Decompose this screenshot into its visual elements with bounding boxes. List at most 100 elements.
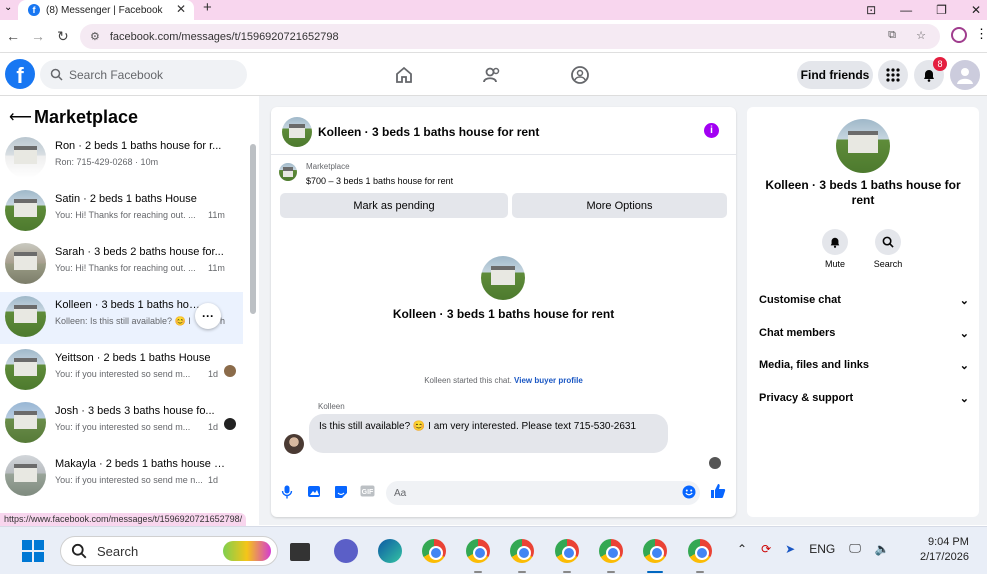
sender-avatar[interactable] [284,434,304,454]
taskbar-search[interactable]: Search [60,536,278,566]
conversation-name: Makayla · 2 beds 1 baths house f... [55,458,225,470]
conversation-item-active[interactable]: Kolleen · 3 beds 1 baths hous Kolleen: I… [0,292,243,344]
facebook-header: f Search Facebook Find friends [0,53,987,96]
emoji-icon[interactable] [682,485,696,499]
more-options-button[interactable]: More Options [512,193,727,218]
bookmark-star-icon[interactable]: ☆ [916,29,926,42]
url-field[interactable]: ⚙ facebook.com/messages/t/15969207216527… [80,24,940,49]
back-arrow-icon[interactable]: ⟵ [9,107,32,127]
new-tab-icon[interactable]: + [203,0,212,16]
task-view-icon[interactable] [290,543,310,561]
chrome-profile-icon[interactable] [555,539,579,563]
svg-text:GIF: GIF [362,489,374,496]
reload-icon[interactable]: ↻ [57,28,69,45]
row-label: Media, files and links [759,359,870,371]
search-icon [50,68,63,81]
conversation-item[interactable]: Satin · 2 beds 1 baths House You: Hi! Th… [0,186,243,238]
account-avatar[interactable] [950,60,980,90]
teams-meet-icon[interactable] [334,539,358,563]
search-conversation-button[interactable] [875,229,901,255]
mute-button[interactable] [822,229,848,255]
chat-members-row[interactable]: Chat members ⌄ [759,327,969,340]
groups-icon[interactable] [570,65,590,85]
info-icon[interactable]: i [704,123,719,138]
language-indicator[interactable]: ENG [809,542,835,556]
conversation-item[interactable]: Sarah · 3 beds 2 baths house for... You:… [0,239,243,291]
tab-search-icon[interactable]: ⊡ [866,3,876,17]
chat-profile-title: Kolleen · 3 beds 1 baths house for rent [392,307,615,321]
chrome-profile-icon[interactable] [599,539,623,563]
facebook-logo-icon[interactable]: f [5,59,35,89]
browser-menu-icon[interactable]: ⋮ [975,26,987,42]
volume-icon[interactable]: 🔈 [875,542,890,556]
like-icon[interactable] [710,483,726,499]
sync-icon[interactable]: ⟳ [761,542,771,556]
microphone-icon[interactable] [281,485,293,499]
bell-icon [924,70,934,82]
tab-list-icon[interactable]: ⌄ [4,2,12,13]
message-input-placeholder: Aa [394,487,407,499]
marketplace-conversations-panel: ⟵ Marketplace Ron · 2 beds 1 baths house… [0,96,259,525]
more-options-icon[interactable]: ··· [195,303,221,329]
chevron-down-icon: ⌄ [959,393,969,405]
message-input[interactable]: Aa [386,481,700,505]
home-icon[interactable] [394,65,414,85]
minimize-icon[interactable]: — [900,3,912,17]
conversation-item[interactable]: Makayla · 2 beds 1 baths house f... You:… [0,451,243,503]
browser-tab[interactable]: f (8) Messenger | Facebook ✕ [18,0,194,20]
chat-title[interactable]: Kolleen · 3 beds 1 baths house for rent [318,125,539,139]
listing-thumbnail[interactable] [279,163,297,181]
customise-chat-row[interactable]: Customise chat ⌄ [759,294,969,307]
location-icon[interactable]: ➤ [785,542,795,556]
active-indicator [647,571,663,573]
profile-icon[interactable] [951,27,967,43]
clock-date: 2/17/2026 [920,551,969,563]
running-indicator [518,571,526,573]
show-hidden-icons-icon[interactable]: ⌃ [737,542,747,556]
search-icon [882,236,894,248]
conversation-name: Kolleen · 3 beds 1 baths hous [55,299,200,311]
forward-icon[interactable]: → [31,28,45,44]
conversation-scrollbar[interactable] [250,144,256,314]
running-indicator [607,571,615,573]
back-icon[interactable]: ← [6,28,20,44]
seen-avatar [709,457,721,469]
media-files-links-row[interactable]: Media, files and links ⌄ [759,359,969,372]
edge-icon[interactable] [378,539,402,563]
conversation-item[interactable]: Ron · 2 beds 1 baths house for r... Ron:… [0,133,243,185]
chrome-active-icon[interactable] [643,539,667,563]
chat-profile-avatar [481,256,525,300]
site-info-icon[interactable]: ⚙ [90,30,100,43]
conversation-item[interactable]: Yeittson · 2 beds 1 baths House You: if … [0,345,243,397]
chat-header-avatar[interactable] [282,117,312,147]
start-windows-icon[interactable] [22,540,44,562]
chrome-profile-icon[interactable] [688,539,712,563]
listing-price-title[interactable]: $700 – 3 beds 1 baths house for rent [306,176,453,186]
status-url-tooltip: https://www.facebook.com/messages/t/1596… [0,513,247,527]
search-label: Search [873,259,903,269]
friends-icon[interactable] [482,65,502,85]
chrome-profile-icon[interactable] [466,539,490,563]
gif-icon[interactable]: GIF [360,485,375,497]
row-label: Privacy & support [759,392,854,404]
view-buyer-profile-link[interactable]: View buyer profile [514,376,583,385]
message-bubble[interactable]: Is this still available? 😊 I am very int… [309,414,668,453]
close-tab-icon[interactable]: ✕ [176,2,186,16]
find-friends-button[interactable]: Find friends [797,61,873,89]
restore-icon[interactable]: ❐ [936,3,947,17]
facebook-search-field[interactable]: Search Facebook [40,60,247,89]
chrome-icon[interactable] [422,539,446,563]
network-icon[interactable]: 🖵 [849,541,861,556]
close-window-icon[interactable]: ✕ [971,3,981,17]
install-icon[interactable]: ⧉ [888,29,896,42]
photo-icon[interactable] [307,485,321,498]
privacy-support-row[interactable]: Privacy & support ⌄ [759,392,969,405]
chrome-profile-icon[interactable] [510,539,534,563]
clock[interactable]: 9:04 PM 2/17/2026 [920,535,969,565]
windows-taskbar: Search ⌃ ⟳ ➤ ENG 🖵 🔈 9:04 PM 2/17/2026 [0,526,987,574]
mark-as-pending-button[interactable]: Mark as pending [280,193,508,218]
sticker-icon[interactable] [334,485,348,499]
conversation-item[interactable]: Josh · 3 beds 3 baths house fo... You: i… [0,398,243,450]
chevron-down-icon: ⌄ [959,360,969,372]
menu-grid-button[interactable] [878,60,908,90]
